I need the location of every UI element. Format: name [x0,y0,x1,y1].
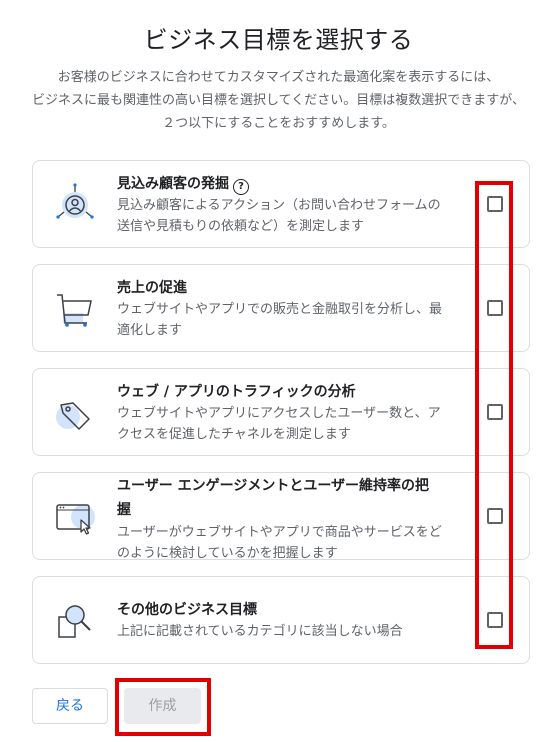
goal-title: ユーザー エンゲージメントとユーザー維持率の把 握 [117,474,472,522]
create-button[interactable]: 作成 [124,688,201,724]
browser-cursor-icon [53,495,97,539]
goal-description-line: のように検討しているかを把握します [117,546,338,561]
page-title: ビジネス目標を選択する [143,26,414,54]
goal-description-line: ユーザーがウェブサイトやアプリで商品やサービスをど [117,525,442,540]
goal-description: ウェブサイトやアプリでの販売と金融取引を分析し、最 適化します [117,299,472,341]
goal-text: 売上の促進 ウェブサイトやアプリでの販売と金融取引を分析し、最 適化します [117,277,472,341]
goal-title: その他のビジネス目標 [117,602,257,618]
description-line: ビジネスに最も関連性の高い目標を選択してください。目標は複数選択できますが、 [32,93,525,108]
goal-title-line: ユーザー エンゲージメントとユーザー維持率の把 [117,478,430,494]
goal-title-line: 握 [117,502,131,518]
goal-text: 見込み顧客の発掘? 見込み顧客によるアクション（お問い合わせフォームの 送信や見… [117,173,472,237]
back-button[interactable]: 戻る [32,688,108,724]
goal-text: ウェブ / アプリのトラフィックの分析 ウェブサイトやアプリにアクセスしたユーザ… [117,381,472,445]
goal-title: 売上の促進 [117,280,187,296]
goal-description: ウェブサイトやアプリにアクセスしたユーザー数と、ア クセスを促進したチャネルを測… [117,403,472,445]
goal-card-traffic-analysis[interactable]: ウェブ / アプリのトラフィックの分析 ウェブサイトやアプリにアクセスしたユーザ… [32,368,530,456]
goal-description: 上記に記載されているカテゴリに該当しない場合 [117,621,472,642]
goal-checkbox[interactable] [487,196,503,212]
goal-description-line: クセスを促進したチャネルを測定します [117,427,351,442]
goal-description-line: ウェブサイトやアプリにアクセスしたユーザー数と、ア [117,406,441,421]
goal-description-line: ウェブサイトやアプリでの販売と金融取引を分析し、最 [117,302,443,317]
goal-title-text: 見込み顧客の発掘 [117,176,229,192]
goal-checkbox[interactable] [487,508,503,524]
goal-description: ユーザーがウェブサイトやアプリで商品やサービスをど のように検討しているかを把握… [117,522,472,564]
goal-card-engagement-retention[interactable]: ユーザー エンゲージメントとユーザー維持率の把 握 ユーザーがウェブサイトやアプ… [32,472,530,561]
goal-description-line: 適化します [117,323,183,338]
tag-icon [53,391,97,435]
goal-checkbox[interactable] [487,300,503,316]
page-description: お客様のビジネスに合わせてカスタマイズされた最適化案を表示するには、 ビジネスに… [10,66,547,135]
goal-text: ユーザー エンゲージメントとユーザー維持率の把 握 ユーザーがウェブサイトやアプ… [117,474,472,564]
goal-description-line: 上記に記載されているカテゴリに該当しない場合 [117,624,403,639]
magnifier-icon [53,599,97,643]
description-line: お客様のビジネスに合わせてカスタマイズされた最適化案を表示するには、 [57,70,500,85]
goal-title: ウェブ / アプリのトラフィックの分析 [117,384,356,400]
goal-text: その他のビジネス目標 上記に記載されているカテゴリに該当しない場合 [117,599,472,642]
shopping-cart-icon [53,287,97,331]
goal-checkbox[interactable] [487,404,503,420]
goal-description-line: 見込み顧客によるアクション（お問い合わせフォームの [117,198,441,213]
goal-description: 見込み顧客によるアクション（お問い合わせフォームの 送信や見積もりの依頼など）を… [117,195,472,237]
lead-target-icon [53,183,97,227]
goal-checkbox[interactable] [487,612,503,628]
goal-title: 見込み顧客の発掘? [117,173,472,195]
description-line: ２つ以下にすることをおすすめします。 [162,116,395,131]
goal-card-other[interactable]: その他のビジネス目標 上記に記載されているカテゴリに該当しない場合 [32,576,530,664]
goal-card-drive-sales[interactable]: 売上の促進 ウェブサイトやアプリでの販売と金融取引を分析し、最 適化します [32,264,530,352]
help-icon[interactable]: ? [233,179,249,195]
goal-description-line: 送信や見積もりの依頼など）を測定します [117,219,365,234]
goal-card-lead-generation[interactable]: 見込み顧客の発掘? 見込み顧客によるアクション（お問い合わせフォームの 送信や見… [32,160,530,248]
